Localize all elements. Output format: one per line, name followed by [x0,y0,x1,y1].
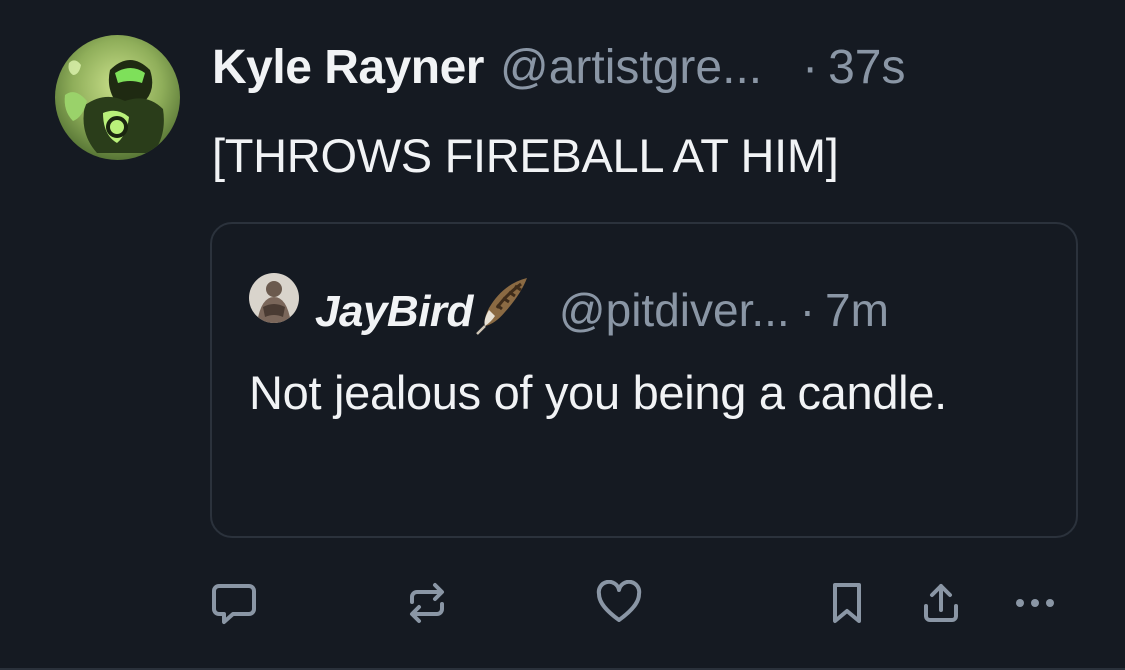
like-button[interactable] [594,578,644,628]
ellipsis-icon [1016,599,1054,607]
quoted-author-handle: @pitdiver... [558,284,790,336]
bookmark-icon [833,583,861,623]
author-avatar[interactable] [55,35,180,160]
quoted-author-name: JayBird [315,287,473,336]
bookmark-button[interactable] [822,578,872,628]
separator-dot: · [802,41,819,94]
quoted-post-text: Not jealous of you being a candle. [249,366,947,419]
post-view: Kyle Rayner @artistgre... · 37s [THROWS … [0,0,1125,670]
quoted-post-header: JayBird @pitdiver... · 7m [315,264,889,336]
post-text: [THROWS FIREBALL AT HIM] [212,129,839,182]
speech-bubble-icon [212,584,256,624]
quoted-post-card[interactable]: JayBird @pitdiver... · 7m Not jealous of… [210,222,1078,538]
repost-arrows-icon [410,583,444,623]
share-button[interactable] [916,578,966,628]
feather-icon [475,274,531,336]
post-header: Kyle Rayner @artistgre... · 37s [212,40,905,100]
author-handle[interactable]: @artistgre... [500,40,762,95]
share-icon [924,584,958,622]
quoted-post-timestamp: 7m [825,284,889,336]
post-timestamp[interactable]: 37s [828,40,905,95]
quoted-separator-dot: · [799,284,816,336]
heart-icon [596,580,642,622]
more-options-button[interactable] [1010,578,1060,628]
quoted-author-avatar [249,273,299,323]
reply-button[interactable] [209,578,259,628]
author-name[interactable]: Kyle Rayner [212,40,484,95]
repost-button[interactable] [402,578,452,628]
